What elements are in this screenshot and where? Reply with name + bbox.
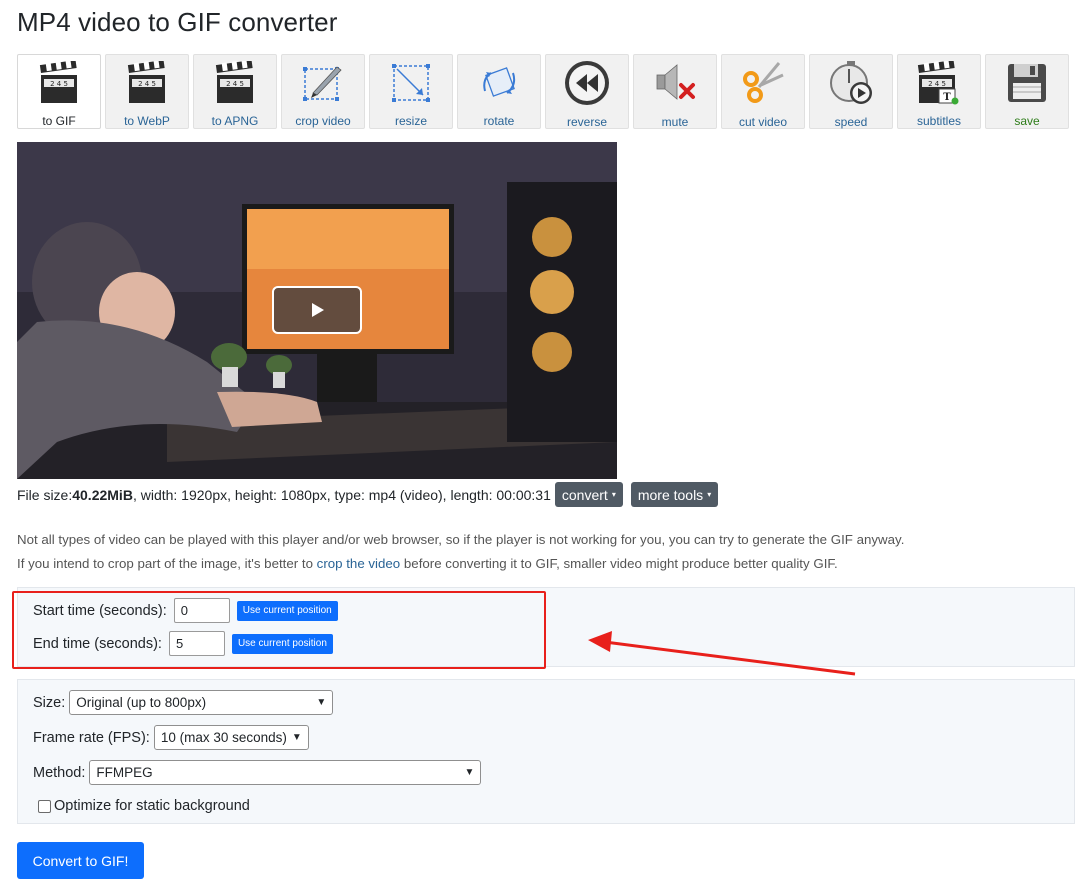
tool-label: rotate [483,114,515,128]
tool-label: cut video [738,115,788,129]
tool-label: speed [834,115,868,129]
crop-note: If you intend to crop part of the image,… [17,556,838,571]
stopwatch-icon [826,59,876,107]
tool-label: crop video [295,114,351,128]
resize-icon [386,59,436,106]
file-size-value: 40.22MiB [72,486,133,503]
caret-down-icon: ▾ [611,490,616,499]
more-tools-dropdown-button[interactable]: more tools ▾ [630,482,719,507]
subtitles-icon: 2 4 5 T [914,59,964,106]
rewind-icon [562,59,612,107]
tool-subtitles[interactable]: 2 4 5 T subtitles [897,54,981,129]
svg-text:2 4 5: 2 4 5 [226,80,244,88]
play-icon [312,303,324,317]
size-value: Original (up to 800px) [76,695,207,710]
chevron-down-icon: ▼ [464,767,475,778]
crop-icon [298,59,348,106]
tool-rotate[interactable]: rotate [457,54,541,129]
fps-value: 10 (max 30 seconds) [160,730,287,745]
size-select[interactable]: Original (up to 800px) ▼ [69,690,334,715]
fps-select[interactable]: 10 (max 30 seconds) ▼ [153,725,309,750]
crop-note-text-after: before converting it to GIF, smaller vid… [400,556,838,571]
scissors-icon [738,59,788,107]
convert-to-gif-button[interactable]: Convert to GIF! [17,842,144,879]
annotation-highlight-box [12,591,546,669]
rotate-icon [474,59,524,106]
page-title: MP4 video to GIF converter [17,7,338,37]
tool-label: subtitles [916,114,962,128]
tool-to-gif[interactable]: 2 4 5 to GIF [17,54,101,129]
chevron-down-icon: ▼ [291,732,302,743]
method-row: Method: FFMPEG ▼ [33,760,482,785]
tool-label: to WebP [124,114,170,128]
method-value: FFMPEG [96,765,153,780]
clapperboard-icon: 2 4 5 [122,59,172,106]
svg-text:2 4 5: 2 4 5 [138,80,156,88]
tool-to-webp[interactable]: 2 4 5 to WebP [105,54,189,129]
tool-speed[interactable]: speed [809,54,893,129]
mute-icon [650,59,700,107]
play-button[interactable] [272,286,362,334]
tool-label: save [1014,114,1040,128]
file-info: File size: 40.22MiB, width: 1920px, heig… [17,482,719,507]
size-row: Size: Original (up to 800px) ▼ [33,690,334,715]
tool-reverse[interactable]: reverse [545,54,629,129]
caret-down-icon: ▾ [707,490,712,499]
player-note: Not all types of video can be played wit… [17,532,905,547]
fps-row: Frame rate (FPS): 10 (max 30 seconds) ▼ [33,725,309,750]
file-details: , width: 1920px, height: 1080px, type: m… [132,486,551,503]
convert-label: convert [561,486,608,503]
tool-toolbar: 2 4 5 to GIF 2 4 5 to WebP 2 4 5 to APNG… [17,54,1069,129]
tool-label: mute [661,115,689,129]
crop-video-link[interactable]: crop the video [317,556,401,571]
more-tools-label: more tools [637,486,704,503]
tool-crop-video[interactable]: crop video [281,54,365,129]
fps-label: Frame rate (FPS): [33,729,150,746]
tool-to-apng[interactable]: 2 4 5 to APNG [193,54,277,129]
clapperboard-icon: 2 4 5 [210,59,260,106]
tool-label: reverse [566,115,607,129]
method-label: Method: [33,764,86,781]
file-size-prefix: File size: [17,486,73,503]
tool-resize[interactable]: resize [369,54,453,129]
optimize-row: Optimize for static background [38,798,250,814]
method-select[interactable]: FFMPEG ▼ [89,760,482,785]
chevron-down-icon: ▼ [316,697,327,708]
floppy-disk-icon [1002,59,1052,106]
video-player[interactable] [17,142,617,479]
clapperboard-icon: 2 4 5 [34,59,84,106]
tool-cut-video[interactable]: cut video [721,54,805,129]
tool-label: resize [394,114,427,128]
tool-save[interactable]: save [985,54,1069,129]
svg-text:T: T [943,92,951,103]
tool-label: to GIF [42,114,76,128]
convert-dropdown-button[interactable]: convert ▾ [554,482,623,507]
svg-text:2 4 5: 2 4 5 [928,80,946,88]
svg-text:2 4 5: 2 4 5 [50,80,68,88]
tool-mute[interactable]: mute [633,54,717,129]
optimize-label[interactable]: Optimize for static background [54,798,250,814]
size-label: Size: [33,694,66,711]
crop-note-text-before: If you intend to crop part of the image,… [17,556,317,571]
tool-label: to APNG [211,114,259,128]
optimize-checkbox[interactable] [38,799,51,813]
